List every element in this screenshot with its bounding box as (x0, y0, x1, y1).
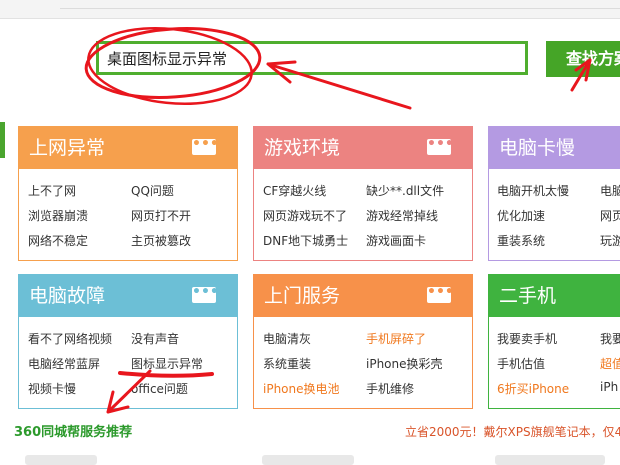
search-box[interactable] (96, 41, 535, 75)
link[interactable]: 游戏画面卡 (366, 232, 426, 249)
card-slow: 电脑卡慢 电脑开机太慢 电脑 优化加速 网页打 重装系统 玩游 (488, 126, 620, 261)
link[interactable]: 我要卖手机 (497, 330, 557, 347)
link[interactable]: 看不了网络视频 (28, 330, 112, 347)
card-fault: 电脑故障 ••• 看不了网络视频 没有声音 电脑经常蓝屏 图标显示异常 视频卡慢… (18, 274, 238, 409)
link[interactable]: 图标显示异常 (131, 355, 203, 372)
link[interactable]: 超值 (600, 355, 620, 372)
more-icon[interactable]: ••• (427, 285, 454, 303)
search-input[interactable] (99, 44, 535, 72)
card-game: 游戏环境 ••• CF穿越火线 缺少**.dll文件 网页游戏玩不了 游戏经常掉… (253, 126, 473, 261)
link[interactable]: 缺少**.dll文件 (366, 182, 444, 199)
thumbnail[interactable] (25, 455, 97, 465)
left-edge-tab[interactable] (0, 122, 5, 158)
link[interactable]: 上不了网 (28, 182, 76, 199)
card-title: 电脑故障 (29, 285, 106, 307)
link[interactable]: 没有声音 (131, 330, 179, 347)
link[interactable]: iPhone换彩壳 (366, 355, 443, 372)
link[interactable]: 重装系统 (497, 232, 545, 249)
card-title: 上网异常 (29, 137, 106, 159)
link[interactable]: office问题 (131, 380, 188, 397)
card-title: 游戏环境 (264, 137, 341, 159)
link[interactable]: 手机屏碎了 (366, 330, 426, 347)
thumbnail[interactable] (262, 455, 354, 465)
link[interactable]: 游戏经常掉线 (366, 207, 438, 224)
thumbnail[interactable] (495, 455, 605, 465)
card-onsite: 上门服务 ••• 电脑清灰 手机屏碎了 系统重装 iPhone换彩壳 iPhon… (253, 274, 473, 409)
top-bar-divider (60, 8, 620, 9)
card-internet: 上网异常 ••• 上不了网 QQ问题 浏览器崩溃 网页打不开 网络不稳定 主页被… (18, 126, 238, 261)
link[interactable]: 电脑 (600, 182, 620, 199)
more-icon[interactable]: ••• (192, 285, 219, 303)
card-title: 电脑卡慢 (499, 137, 576, 159)
link[interactable]: 我要 (600, 330, 620, 347)
promo-link[interactable]: 立省2000元！戴尔XPS旗舰笔记本，仅49 (405, 423, 620, 440)
link[interactable]: 手机维修 (366, 380, 414, 397)
link[interactable]: DNF地下城勇士 (263, 232, 348, 249)
link[interactable]: 手机估值 (497, 355, 545, 372)
link[interactable]: 6折买iPhone (497, 380, 569, 397)
link[interactable]: 网页打 (600, 207, 620, 224)
link[interactable]: 浏览器崩溃 (28, 207, 88, 224)
link[interactable]: 主页被篡改 (131, 232, 191, 249)
link[interactable]: iPh (600, 380, 618, 394)
card-secondhand: 二手机 我要卖手机 我要 手机估值 超值 6折买iPhone iPh (488, 274, 620, 409)
link[interactable]: QQ问题 (131, 182, 174, 199)
link[interactable]: CF穿越火线 (263, 182, 326, 199)
recommend-section-title: 360同城帮服务推荐 (14, 425, 133, 440)
card-title: 二手机 (499, 285, 557, 307)
link[interactable]: 网络不稳定 (28, 232, 88, 249)
more-icon[interactable]: ••• (427, 137, 454, 155)
more-icon[interactable]: ••• (192, 137, 219, 155)
search-button[interactable]: 查找方案 (546, 41, 620, 77)
link[interactable]: 网页打不开 (131, 207, 191, 224)
link[interactable]: 优化加速 (497, 207, 545, 224)
link[interactable]: 玩游 (600, 232, 620, 249)
link[interactable]: 视频卡慢 (28, 380, 76, 397)
card-title: 上门服务 (264, 285, 341, 307)
link[interactable]: 电脑经常蓝屏 (28, 355, 100, 372)
bottom-thumbnail-strip (0, 449, 620, 465)
link[interactable]: 电脑开机太慢 (497, 182, 569, 199)
link[interactable]: 系统重装 (263, 355, 311, 372)
link[interactable]: 电脑清灰 (263, 330, 311, 347)
link[interactable]: 网页游戏玩不了 (263, 207, 347, 224)
link[interactable]: iPhone换电池 (263, 380, 340, 397)
top-bar (0, 0, 620, 19)
